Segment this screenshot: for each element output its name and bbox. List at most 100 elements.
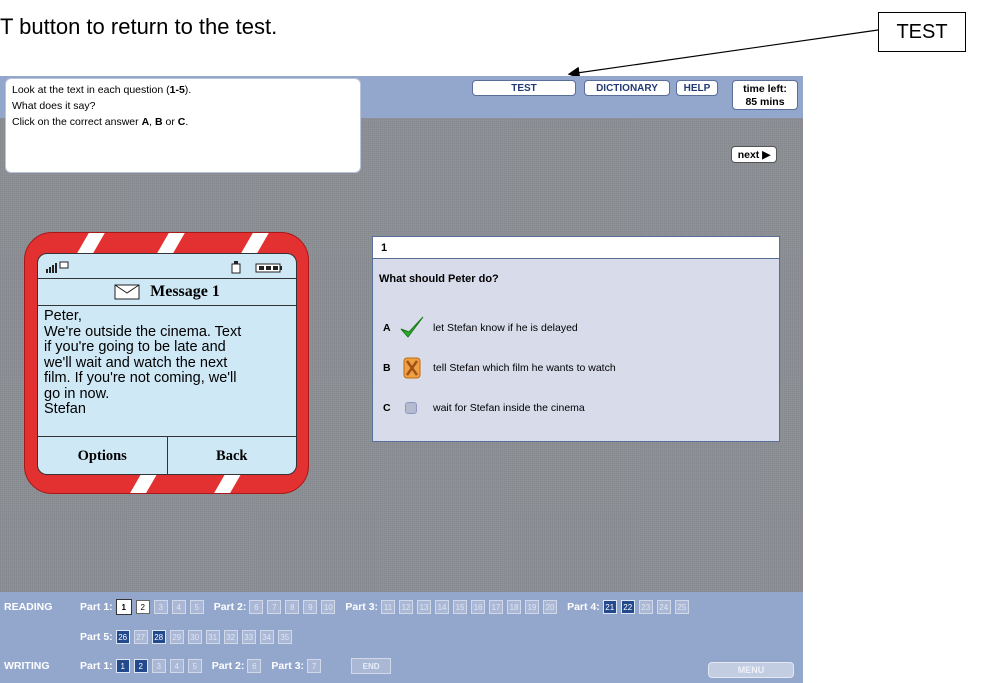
reading-question-button[interactable]: 29 [169, 630, 184, 644]
option-text: let Stefan know if he is delayed [433, 322, 578, 334]
writing-question-button[interactable]: 5 [187, 659, 202, 673]
navigation-bar: READING Part 1: 1 2 3 4 5 Part 2: 6 7 8 9 10 Part 3:… [0, 592, 803, 683]
reading-question-button[interactable]: 9 [303, 600, 318, 614]
reading-question-button[interactable]: 1 [115, 599, 132, 615]
instr-text: or [162, 116, 178, 128]
reading-question-button[interactable]: 28 [151, 630, 166, 644]
writing-part-label: Part 2: [211, 660, 245, 672]
writing-question-button[interactable]: 4 [169, 659, 184, 673]
message-title: Message 1 [150, 283, 220, 300]
instr-text: What does it say? [12, 100, 96, 112]
options-softkey: Options [77, 447, 127, 464]
instr-text: Click on the correct answer [12, 116, 142, 128]
reading-label: READING [4, 601, 53, 613]
reading-question-button[interactable]: 34 [259, 630, 274, 644]
writing-part-label: Part 3: [271, 660, 305, 672]
menu-button[interactable]: MENU [708, 662, 794, 678]
back-softkey: Back [166, 437, 297, 474]
reading-question-button[interactable]: 20 [543, 600, 558, 614]
reading-question-button[interactable]: 23 [638, 600, 653, 614]
signal-battery-icons [46, 261, 282, 274]
reading-question-button[interactable]: 31 [205, 630, 220, 644]
reading-question-button[interactable]: 18 [507, 600, 522, 614]
reading-question-button[interactable]: 6 [249, 600, 264, 614]
message-header: Message 1 [38, 278, 296, 306]
end-button[interactable]: END [351, 658, 392, 674]
exam-app: Look at the text in each question (1-5).… [0, 76, 803, 683]
reading-question-button[interactable]: 7 [267, 600, 282, 614]
reading-row-2: Part 5: 26 27 28 29 30 31 32 33 34 35 [0, 626, 296, 648]
question-number: 1 [373, 237, 779, 259]
reading-row-1: READING Part 1: 1 2 3 4 5 Part 2: 6 7 8 9 10 Part 3:… [0, 596, 693, 618]
phone-status-row [46, 260, 286, 274]
instr-range: 1-5 [169, 84, 185, 96]
reading-question-button[interactable]: 22 [620, 600, 635, 614]
dictionary-button[interactable]: DICTIONARY [584, 80, 670, 96]
writing-question-button[interactable]: 1 [115, 659, 130, 673]
reading-question-button[interactable]: 12 [399, 600, 414, 614]
writing-question-button[interactable]: 3 [151, 659, 166, 673]
writing-question-button[interactable]: 2 [133, 659, 148, 673]
answer-option-c[interactable]: C wait for Stefan inside the cinema [383, 395, 585, 421]
message-line: Stefan [44, 401, 86, 417]
reading-part-label: Part 5: [80, 631, 113, 643]
writing-part-label: Part 1: [80, 660, 113, 672]
writing-question-button[interactable]: 7 [307, 659, 322, 673]
reading-question-button[interactable]: 8 [285, 600, 300, 614]
question-text: What should Peter do? [379, 273, 499, 285]
reading-question-button[interactable]: 27 [133, 630, 148, 644]
cross-icon [399, 355, 433, 381]
message-line: we'll wait and watch the next [44, 354, 228, 371]
option-text: tell Stefan which film he wants to watch [433, 362, 616, 374]
phone-softkeys: Options Back [38, 436, 297, 474]
answer-option-b[interactable]: B tell Stefan which film he wants to wat… [383, 355, 616, 381]
option-letter: C [383, 402, 391, 414]
test-button[interactable]: TEST [472, 80, 576, 96]
reading-question-button[interactable]: 16 [471, 600, 486, 614]
writing-question-button[interactable]: 6 [247, 659, 262, 673]
phone-screen: Message 1 Peter, We're outside the cinem… [37, 253, 297, 475]
reading-question-button[interactable]: 30 [187, 630, 202, 644]
reading-question-button[interactable]: 24 [656, 600, 671, 614]
reading-question-button[interactable]: 14 [435, 600, 450, 614]
caption-text: T button to return to the test. [0, 14, 278, 39]
reading-question-button[interactable]: 26 [115, 630, 130, 644]
reading-question-button[interactable]: 21 [602, 600, 617, 614]
instr-text: Look at the text in each question ( [12, 84, 170, 96]
next-button[interactable]: next ▶ [731, 146, 777, 163]
instr-text: . [185, 116, 189, 128]
reading-question-button[interactable]: 15 [453, 600, 468, 614]
option-letter: B [383, 362, 391, 374]
time-left-display: time left: 85 mins [732, 80, 798, 110]
writing-label: WRITING [4, 660, 50, 672]
reading-part-label: Part 4: [567, 601, 600, 613]
envelope-icon [114, 284, 140, 300]
help-button[interactable]: HELP [676, 80, 718, 96]
message-line: Peter, [44, 308, 82, 324]
reading-question-button[interactable]: 5 [189, 600, 204, 614]
radio-icon [399, 402, 433, 414]
instr-letter: B [155, 116, 163, 128]
instr-text: ). [184, 84, 192, 96]
reading-question-button[interactable]: 33 [241, 630, 256, 644]
reading-part-label: Part 3: [345, 601, 379, 613]
reading-question-button[interactable]: 4 [171, 600, 186, 614]
question-panel: 1 What should Peter do? A let Stefan kno… [372, 236, 780, 442]
reading-question-button[interactable]: 13 [417, 600, 432, 614]
reading-question-button[interactable]: 10 [321, 600, 336, 614]
option-letter: A [383, 322, 391, 334]
reading-question-button[interactable]: 35 [277, 630, 292, 644]
instructions-panel: Look at the text in each question (1-5).… [5, 78, 361, 173]
reading-question-button[interactable]: 3 [153, 600, 168, 614]
message-line: film. If you're not coming, we'll [44, 370, 237, 386]
reading-question-button[interactable]: 32 [223, 630, 238, 644]
reading-question-button[interactable]: 11 [381, 600, 396, 614]
answer-option-a[interactable]: A let Stefan know if he is delayed [383, 315, 578, 341]
reading-question-button[interactable]: 25 [674, 600, 689, 614]
reading-question-button[interactable]: 17 [489, 600, 504, 614]
time-value: 85 mins [745, 96, 785, 108]
reading-question-button[interactable]: 19 [525, 600, 540, 614]
message-line: go in now. [44, 385, 110, 402]
check-icon [399, 315, 433, 341]
reading-question-button[interactable]: 2 [135, 600, 150, 614]
